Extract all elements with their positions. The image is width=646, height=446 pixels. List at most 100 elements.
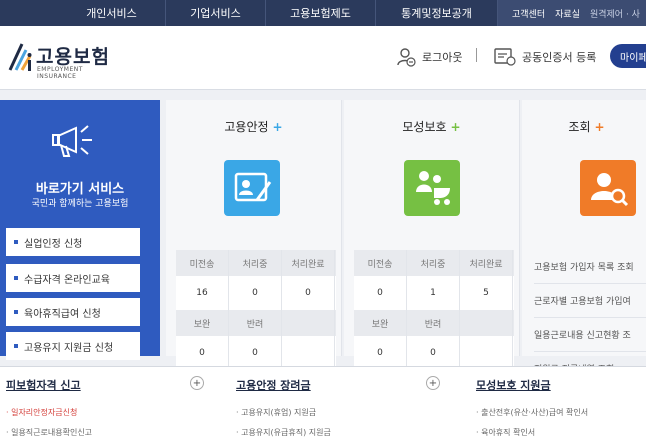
panel-title[interactable]: 고용안정 + xyxy=(166,118,341,135)
plus-icon[interactable]: + xyxy=(426,376,440,390)
quick-service-title: 바로가기 서비스 xyxy=(35,182,125,197)
stat-value[interactable]: 0 xyxy=(407,336,460,370)
top-nav: 개인서비스 기업서비스 고용보험제도 통계및정보공개 고객센터 자료실 원격제어… xyxy=(0,0,646,26)
stat-header-row: 보완 반려 xyxy=(354,310,514,336)
logo-name: 고용보험 xyxy=(36,46,110,68)
quick-button-label: 고용유지 지원금 신청 xyxy=(24,342,114,354)
certificate-icon xyxy=(494,48,516,66)
stat-header: 처리중 xyxy=(229,250,282,276)
util-remote-control[interactable]: 원격제어 · 사 xyxy=(590,7,640,20)
id-card-tile[interactable] xyxy=(224,160,280,216)
quick-service-panel: 바로가기 서비스 국민과 함께하는 고용보험 실업인정 신청 수급자격 온라인교… xyxy=(0,100,160,360)
megaphone-icon xyxy=(52,125,92,157)
plus-icon[interactable]: + xyxy=(190,376,204,390)
plus-icon[interactable]: + xyxy=(451,120,461,134)
section-link[interactable]: · 일자리안정자금신청 xyxy=(6,407,77,418)
nav-personal-service[interactable]: 개인서비스 xyxy=(58,0,166,26)
bullet-icon xyxy=(14,344,18,348)
stat-header-row: 미전송 처리중 처리완료 xyxy=(354,250,514,276)
user-search-icon xyxy=(591,173,629,207)
bullet-icon xyxy=(14,240,18,244)
stat-grid: 미전송 처리중 처리완료 16 0 0 보완 반려 0 0 xyxy=(176,250,336,370)
stat-header-row: 미전송 처리중 처리완료 xyxy=(176,250,336,276)
main-area: 바로가기 서비스 국민과 함께하는 고용보험 실업인정 신청 수급자격 온라인교… xyxy=(0,90,646,386)
maternity-support-section: 모성보호 지원금 · 출산전후(유산·사산)급여 확인서 · 육아휴직 확인서 xyxy=(470,367,646,446)
cert-register-link[interactable]: 공동인증서 등록 xyxy=(494,47,596,67)
bullet-icon xyxy=(14,276,18,280)
quick-unemployment-button[interactable]: 실업인정 신청 xyxy=(6,228,140,256)
nav-statistics[interactable]: 통계및정보공개 xyxy=(376,0,498,26)
quick-button-label: 실업인정 신청 xyxy=(24,238,83,250)
id-card-icon xyxy=(234,172,272,202)
panel-title-text: 조회 xyxy=(568,120,591,134)
inquiry-item[interactable]: 고용보험 가입자 목록 조회 xyxy=(534,250,646,284)
stat-header-empty xyxy=(460,310,513,336)
plus-icon[interactable]: + xyxy=(595,120,605,134)
section-title[interactable]: 고용안정 장려금 xyxy=(236,377,311,393)
panel-title[interactable]: 모성보호 + xyxy=(344,118,519,135)
stat-header-empty xyxy=(282,310,335,336)
bottom-sections: 피보험자격 신고 + · 일자리안정자금신청 · 일용직근로내용확인신고 고용안… xyxy=(0,366,646,446)
stat-header: 보완 xyxy=(176,310,229,336)
quick-employment-retention-button[interactable]: 고용유지 지원금 신청 xyxy=(6,332,140,360)
quick-button-label: 수급자격 온라인교육 xyxy=(24,274,110,286)
section-title[interactable]: 피보험자격 신고 xyxy=(6,377,81,393)
quick-button-label: 육아휴직급여 신청 xyxy=(24,308,101,320)
section-link[interactable]: · 출산전후(유산·사산)급여 확인서 xyxy=(476,407,588,418)
stat-value-row: 16 0 0 xyxy=(176,276,336,310)
util-customer-center[interactable]: 고객센터 xyxy=(512,7,545,20)
stat-header: 처리완료 xyxy=(460,250,513,276)
stat-value[interactable]: 0 xyxy=(354,276,407,310)
stat-header-row: 보완 반려 xyxy=(176,310,336,336)
panel-title-text: 모성보호 xyxy=(402,120,447,134)
section-link[interactable]: · 일용직근로내용확인신고 xyxy=(6,427,92,438)
stat-value[interactable]: 0 xyxy=(176,336,229,370)
section-title[interactable]: 모성보호 지원금 xyxy=(476,377,551,393)
stat-header: 미전송 xyxy=(176,250,229,276)
section-link[interactable]: · 육아휴직 확인서 xyxy=(476,427,535,438)
inquiry-item[interactable]: 근로자별 고용보험 가입여 xyxy=(534,284,646,318)
stat-header: 처리완료 xyxy=(282,250,335,276)
insured-status-section: 피보험자격 신고 + · 일자리안정자금신청 · 일용직근로내용확인신고 xyxy=(0,367,210,446)
quick-online-education-button[interactable]: 수급자격 온라인교육 xyxy=(6,264,140,292)
stat-header: 반려 xyxy=(229,310,282,336)
logout-link[interactable]: 로그아웃 xyxy=(396,47,462,67)
logo-subtitle: EMPLOYMENT INSURANCE xyxy=(37,66,83,80)
site-logo[interactable]: 고용보험 EMPLOYMENT INSURANCE xyxy=(8,38,118,80)
stat-value[interactable]: 1 xyxy=(407,276,460,310)
logo-mark-icon xyxy=(8,43,32,71)
section-link[interactable]: · 고용유지(휴업) 지원금 xyxy=(236,407,316,418)
inquiry-item[interactable]: 일용근로내용 신고현황 조 xyxy=(534,318,646,352)
plus-icon[interactable]: + xyxy=(273,120,283,134)
stat-value[interactable]: 0 xyxy=(354,336,407,370)
stat-value-empty xyxy=(282,336,335,370)
stat-value[interactable]: 16 xyxy=(176,276,229,310)
search-user-tile[interactable] xyxy=(580,160,636,216)
panel-title-text: 고용안정 xyxy=(224,120,269,134)
util-links: 고객센터 자료실 원격제어 · 사 xyxy=(498,0,646,26)
inquiry-panel: 조회 + 고용보험 가입자 목록 조회 근로자별 고용보험 가입여 일용근로내용 … xyxy=(522,100,646,386)
site-header: 고용보험 EMPLOYMENT INSURANCE 로그아웃 공동인증서 등록 … xyxy=(0,26,646,90)
util-archive[interactable]: 자료실 xyxy=(555,7,580,20)
employment-incentive-section: 고용안정 장려금 + · 고용유지(휴업) 지원금 · 고용유지(유급휴직) 지… xyxy=(230,367,450,446)
stat-value[interactable]: 0 xyxy=(282,276,335,310)
cert-register-label: 공동인증서 등록 xyxy=(522,51,597,64)
nav-business-service[interactable]: 기업서비스 xyxy=(166,0,266,26)
nav-insurance-system[interactable]: 고용보험제도 xyxy=(266,0,376,26)
panel-title[interactable]: 조회 + xyxy=(522,118,646,135)
stat-grid: 미전송 처리중 처리완료 0 1 5 보완 반려 0 0 xyxy=(354,250,514,370)
section-link[interactable]: · 고용유지(유급휴직) 지원금 xyxy=(236,427,331,438)
family-stroller-icon xyxy=(416,171,450,205)
quick-parental-leave-button[interactable]: 육아휴직급여 신청 xyxy=(6,298,140,326)
mypage-button[interactable]: 마이페이 xyxy=(610,44,646,68)
logout-label: 로그아웃 xyxy=(422,51,463,64)
maternity-protection-panel: 모성보호 + 미전송 처리중 처리완료 0 1 5 보완 반려 0 0 xyxy=(344,100,520,370)
stat-value[interactable]: 0 xyxy=(229,336,282,370)
quick-service-subtitle: 국민과 함께하는 고용보험 xyxy=(31,199,129,209)
header-divider xyxy=(476,48,477,62)
employment-stability-panel: 고용안정 + 미전송 처리중 처리완료 16 0 0 보완 반려 0 0 xyxy=(166,100,342,370)
family-tile[interactable] xyxy=(404,160,460,216)
stat-value[interactable]: 0 xyxy=(229,276,282,310)
stat-value[interactable]: 5 xyxy=(460,276,513,310)
